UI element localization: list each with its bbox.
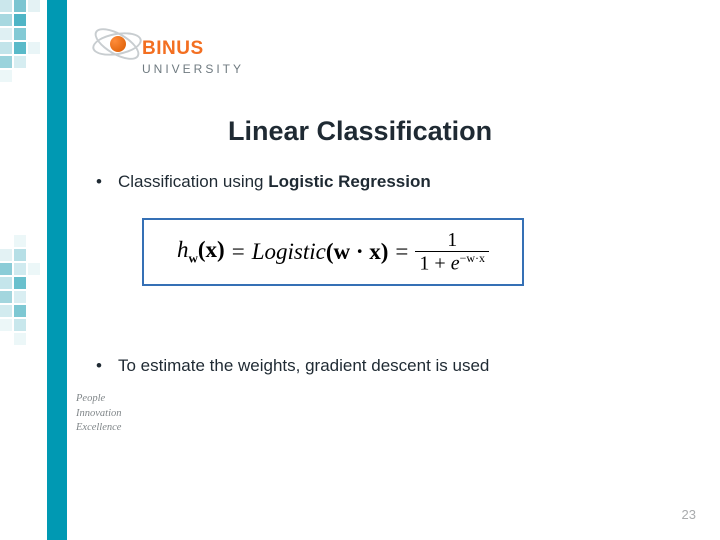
formula-box: hw(x) = Logistic(w · x) = 1 1 + e−w·x	[142, 218, 524, 286]
deco-square	[14, 333, 26, 345]
decoration-top	[0, 0, 70, 100]
page-number: 23	[682, 507, 696, 522]
deco-square	[14, 235, 26, 247]
tagline-line: Innovation	[76, 407, 122, 422]
deco-square	[0, 70, 12, 82]
brand-logo: BINUS UNIVERSITY	[90, 16, 250, 96]
atom-icon	[90, 16, 145, 71]
deco-square	[14, 305, 26, 317]
deco-square	[28, 0, 40, 12]
deco-square	[28, 42, 40, 54]
brand-name: BINUS	[142, 38, 204, 60]
deco-square	[0, 277, 12, 289]
formula-denominator: 1 + e−w·x	[415, 251, 489, 275]
deco-square	[14, 56, 26, 68]
formula-fraction: 1 1 + e−w·x	[415, 229, 489, 275]
bullet-item: To estimate the weights, gradient descen…	[88, 356, 658, 376]
deco-square	[14, 263, 26, 275]
formula-h: h	[177, 237, 189, 262]
deco-square	[14, 14, 26, 26]
formula-numerator: 1	[443, 229, 461, 251]
deco-square	[0, 14, 12, 26]
formula-eq1: =	[232, 239, 245, 265]
deco-square	[14, 277, 26, 289]
logistic-formula: hw(x) = Logistic(w · x) = 1 1 + e−w·x	[177, 229, 489, 275]
brand-subtitle: UNIVERSITY	[142, 62, 244, 76]
decoration-bottom	[0, 235, 70, 355]
deco-square	[0, 56, 12, 68]
page-title: Linear Classification	[228, 116, 492, 147]
deco-square	[14, 0, 26, 12]
deco-square	[0, 28, 12, 40]
formula-eq2: =	[395, 239, 408, 265]
deco-square	[0, 0, 12, 12]
deco-square	[0, 42, 12, 54]
formula-h-arg: (x)	[198, 237, 225, 262]
deco-square	[0, 291, 12, 303]
deco-square	[0, 319, 12, 331]
bullet-item: Classification using Logistic Regression	[88, 172, 658, 192]
bullet-strong: Logistic Regression	[268, 172, 430, 191]
deco-square	[14, 319, 26, 331]
deco-square	[14, 42, 26, 54]
bullet-text: To estimate the weights, gradient descen…	[118, 356, 489, 375]
deco-square	[28, 263, 40, 275]
deco-square	[0, 305, 12, 317]
deco-square	[14, 28, 26, 40]
deco-square	[14, 291, 26, 303]
formula-h-sub: w	[188, 251, 197, 266]
tagline-line: People	[76, 392, 122, 407]
tagline: People Innovation Excellence	[76, 392, 122, 436]
deco-square	[0, 263, 12, 275]
deco-square	[14, 249, 26, 261]
tagline-line: Excellence	[76, 421, 122, 436]
formula-func: Logistic	[252, 239, 326, 264]
bullet-text: Classification using	[118, 172, 268, 191]
formula-func-arg: (w · x)	[326, 239, 389, 264]
deco-square	[0, 249, 12, 261]
